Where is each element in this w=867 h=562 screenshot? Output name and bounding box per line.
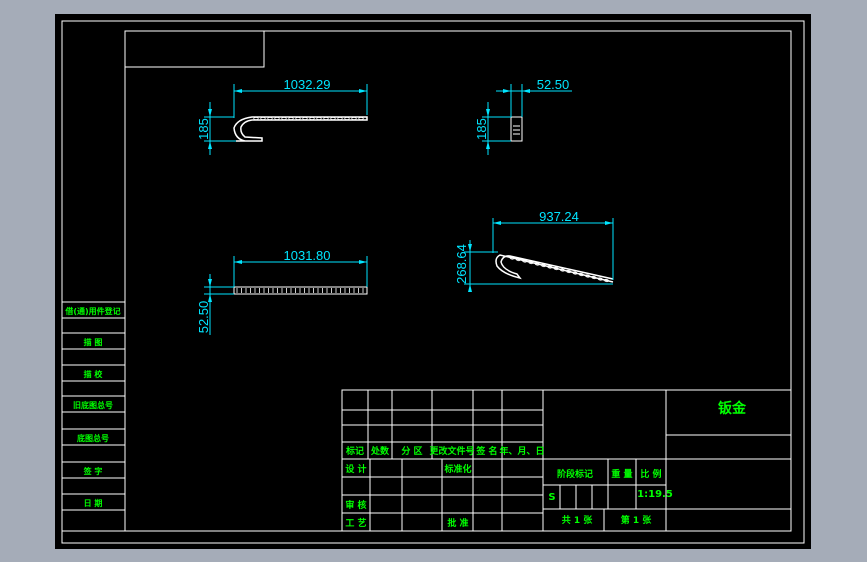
side-table-label: 签 字: [83, 466, 103, 476]
approve-label: 批 准: [447, 517, 468, 529]
side-table-label: 底图总号: [76, 433, 109, 443]
rev-header: 年、月、日: [499, 445, 544, 457]
dim-text: 268.64: [454, 244, 469, 284]
process-label: 工 艺: [345, 517, 366, 529]
side-table-label: 描 图: [84, 337, 103, 347]
sheet-total: 共 1 张: [562, 514, 594, 526]
rev-header: 分 区: [401, 445, 422, 457]
side-table-label: 描 校: [84, 369, 104, 379]
scale-value: 1:19.5: [637, 489, 673, 500]
dim-text: 185: [474, 118, 489, 140]
scale-label: 比 例: [640, 468, 661, 480]
rev-header: 标记: [345, 445, 364, 457]
side-table-label: 借(通)用件登记: [64, 306, 120, 316]
review-label: 审 核: [345, 499, 366, 511]
rev-header: 处数: [370, 445, 390, 457]
side-table-label: 旧底图总号: [73, 400, 113, 410]
dim-text: 185: [196, 118, 211, 140]
stage-label: 阶段标记: [557, 468, 593, 480]
dim-text: 937.24: [539, 209, 579, 224]
rev-header: 签 名: [475, 445, 497, 457]
dim-text: 1032.29: [284, 77, 331, 92]
rev-header: 更改文件号: [429, 445, 474, 457]
dim-text: 52.50: [196, 301, 211, 334]
dim-text: 52.50: [537, 77, 570, 92]
part-name: 钣金: [718, 400, 747, 417]
dim-text: 1031.80: [284, 248, 331, 263]
side-table-label: 日 期: [84, 498, 103, 508]
drawing-paper: [55, 14, 811, 549]
stage-value: S: [548, 492, 555, 503]
sheet-number: 第 1 张: [621, 514, 653, 526]
weight-label: 重 量: [611, 468, 632, 480]
design-label: 设 计: [345, 463, 366, 475]
cad-drawing: 1032.29 185 52.50 185 1031.80 52.50 937.…: [55, 14, 811, 549]
standardization-label: 标准化: [443, 463, 471, 475]
